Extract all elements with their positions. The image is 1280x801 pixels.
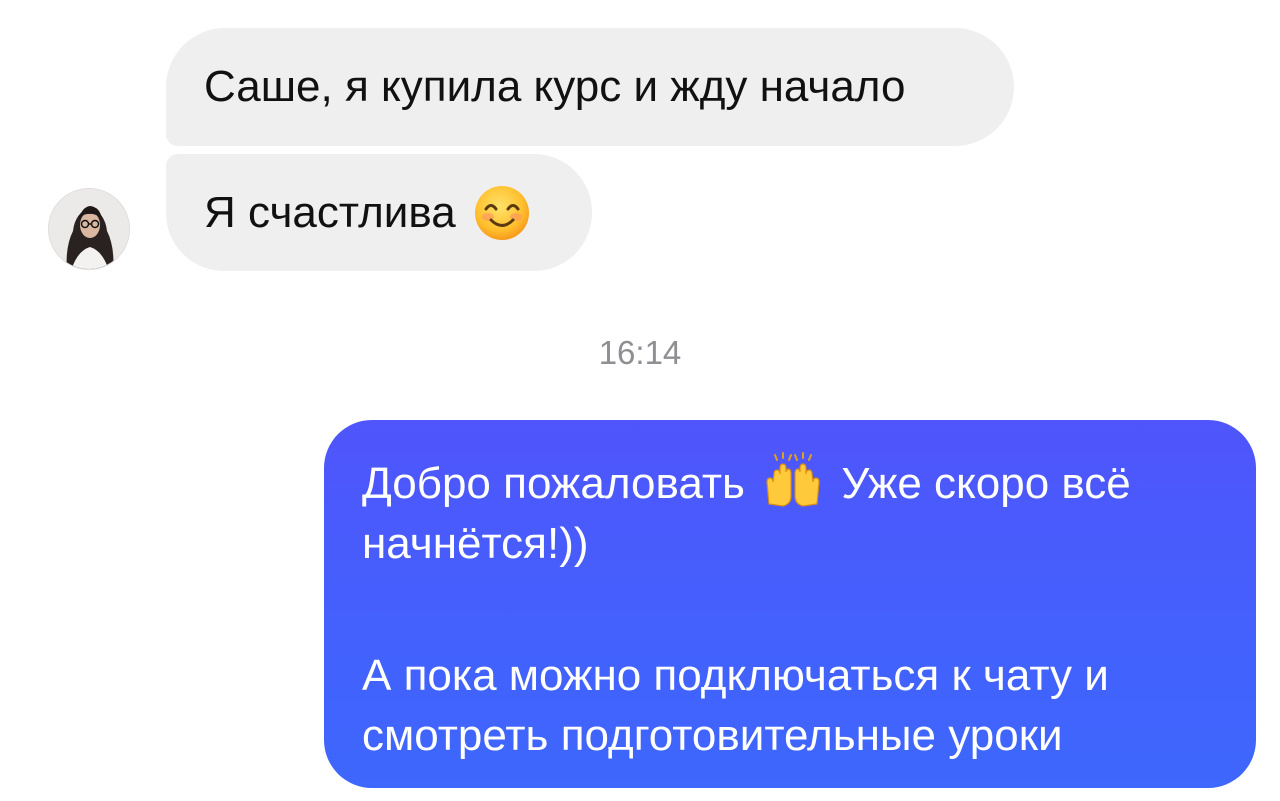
outgoing-message-text: Добро пожаловать bbox=[362, 459, 745, 508]
raising-hands-emoji-icon bbox=[766, 452, 820, 507]
outgoing-message-text: смотреть подготовительные уроки bbox=[362, 711, 1063, 760]
incoming-message-text: Саше, я купила курс и жду начало bbox=[204, 62, 906, 111]
incoming-message-bubble[interactable]: Саше, я купила курс и жду начало bbox=[166, 28, 1014, 146]
incoming-message-bubble[interactable]: Я счастлива bbox=[166, 154, 592, 271]
outgoing-message-text: Уже скоро всё bbox=[841, 459, 1131, 508]
user-avatar[interactable] bbox=[48, 188, 130, 270]
outgoing-paragraph: Добро пожаловать Уже скоро всё начнётся!… bbox=[362, 452, 1226, 574]
outgoing-message-text: А пока можно подключаться к чату и bbox=[362, 651, 1109, 700]
message-timestamp: 16:14 bbox=[598, 334, 682, 371]
user-avatar-icon bbox=[49, 189, 129, 269]
outgoing-message-bubble[interactable]: Добро пожаловать Уже скоро всё начнётся!… bbox=[324, 420, 1256, 788]
incoming-message-text: Я счастлива bbox=[204, 187, 456, 237]
smiling-face-emoji-icon bbox=[474, 185, 529, 240]
outgoing-message-text: начнётся!)) bbox=[362, 519, 589, 568]
outgoing-paragraph: А пока можно подключаться к чату и смотр… bbox=[362, 646, 1226, 766]
